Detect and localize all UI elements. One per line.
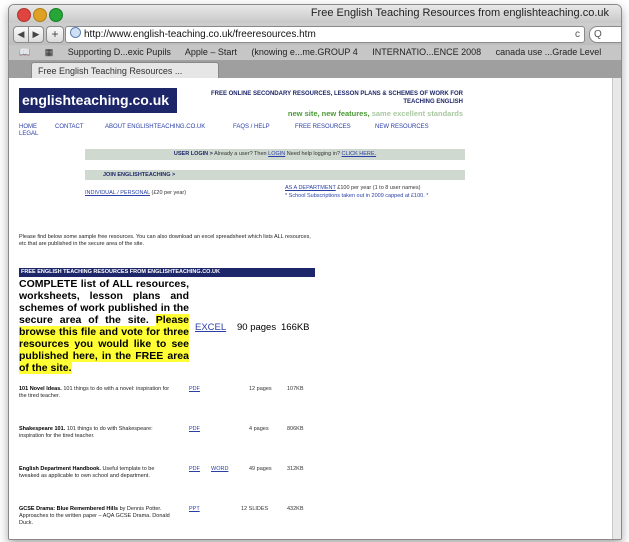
window-title: Free English Teaching Resources from eng…: [310, 7, 609, 19]
excel-pages: 90 pages: [237, 322, 277, 333]
tab-bar: Free English Teaching Resources ...: [9, 61, 621, 79]
add-bookmark-button[interactable]: +: [46, 26, 64, 43]
nav-free-resources[interactable]: FREE RESOURCES: [295, 124, 351, 130]
join-bar: JOIN ENGLISHTEACHING >: [85, 170, 465, 180]
tab-active[interactable]: Free English Teaching Resources ...: [31, 62, 219, 79]
header-line-1: FREE ONLINE SECONDARY RESOURCES, LESSON …: [210, 91, 463, 97]
resource-pages: 12 SLIDES: [241, 506, 269, 512]
resource-pages: 49 pages: [249, 466, 272, 472]
bookmarks-bar: 📖 ▦ Supporting D...exic Pupils Apple – S…: [9, 45, 621, 61]
resource-title: English Department Handbook.: [19, 466, 101, 472]
title-bar: Free English Teaching Resources from eng…: [9, 5, 621, 23]
login-link[interactable]: LOGIN: [268, 151, 285, 157]
browser-window: Free English Teaching Resources from eng…: [8, 4, 622, 540]
excel-size: 166KB: [281, 322, 310, 333]
back-button[interactable]: ◀: [13, 26, 29, 43]
nav-legal[interactable]: LEGAL: [19, 131, 38, 137]
web-page: englishteaching.co.uk FREE ONLINE SECOND…: [9, 78, 621, 539]
site-header-text: FREE ONLINE SECONDARY RESOURCES, LESSON …: [185, 90, 463, 106]
resource-title: Shakespeare 101.: [19, 426, 66, 432]
site-logo[interactable]: englishteaching.co.uk: [19, 88, 177, 113]
department-note: * School Subscriptions taken out in 2009…: [285, 193, 429, 199]
resource-pages: 4 pages: [249, 426, 269, 432]
book-icon[interactable]: 📖: [19, 47, 30, 57]
header-line-2: TEACHING ENGLISH: [403, 99, 463, 105]
forward-button[interactable]: ▶: [28, 26, 44, 43]
close-window-button[interactable]: [17, 8, 31, 22]
minimize-window-button[interactable]: [33, 8, 47, 22]
bookmark-item[interactable]: Supporting D...exic Pupils: [68, 47, 171, 57]
resource-title: GCSE Drama: Blue Remembered Hills: [19, 506, 119, 512]
reload-button[interactable]: c: [575, 27, 580, 42]
bookmark-item[interactable]: INTERNATIO...ENCE 2008: [372, 47, 481, 57]
login-already: Already a user? Then: [214, 151, 267, 157]
bookmark-item[interactable]: (knowing e...me.GROUP 4: [251, 47, 357, 57]
tagline-same: same excellent standards: [371, 109, 463, 118]
individual-link[interactable]: INDIVIDUAL / PERSONAL: [85, 190, 150, 196]
resource-size: 312KB: [287, 466, 304, 472]
globe-icon: [70, 27, 81, 38]
zoom-window-button[interactable]: [49, 8, 63, 22]
bookmark-item[interactable]: canada use ...Grade Level: [496, 47, 602, 57]
resource-word-link[interactable]: WORD: [211, 466, 228, 473]
resource-pdf-link[interactable]: PDF: [189, 386, 200, 393]
resource-pdf-link[interactable]: PDF: [189, 426, 200, 433]
page-content: englishteaching.co.uk FREE ONLINE SECOND…: [15, 78, 615, 539]
tagline-new: new site, new features,: [287, 109, 370, 118]
resource-size: 107KB: [287, 386, 304, 392]
nav-faqs[interactable]: FAQS / HELP: [233, 124, 270, 130]
resource-title: 101 Novel Ideas.: [19, 386, 62, 392]
resource-size: 806KB: [287, 426, 304, 432]
complete-list-text: COMPLETE list of ALL resources, workshee…: [19, 278, 189, 374]
intro-text: Please find below some sample free resou…: [19, 234, 311, 247]
nav-new-resources[interactable]: NEW RESOURCES: [375, 124, 429, 130]
click-here-link[interactable]: CLICK HERE.: [342, 151, 377, 157]
excel-link[interactable]: EXCEL: [195, 322, 226, 333]
resource-pages: 12 pages: [249, 386, 272, 392]
browser-toolbar: ◀ ▶ + http://www.english-teaching.co.uk/…: [9, 23, 621, 45]
nav-contact[interactable]: CONTACT: [55, 124, 84, 130]
resource-ppt-link[interactable]: PPT: [189, 506, 200, 513]
nav-home[interactable]: HOME: [19, 124, 37, 130]
department-option: AS A DEPARTMENT £100 per year (1 to 8 us…: [285, 184, 465, 200]
grid-icon[interactable]: ▦: [45, 47, 54, 57]
site-tagline: new site, new features, same excellent s…: [185, 109, 463, 118]
bookmark-item[interactable]: Apple – Start: [185, 47, 237, 57]
individual-option: INDIVIDUAL / PERSONAL (£20 per year): [85, 190, 186, 196]
join-label: JOIN ENGLISHTEACHING >: [103, 172, 176, 178]
login-label: USER LOGIN >: [173, 151, 213, 157]
section-title: FREE ENGLISH TEACHING RESOURCES FROM ENG…: [19, 268, 315, 277]
vertical-scrollbar[interactable]: [612, 78, 621, 539]
url-text: http://www.english-teaching.co.uk/freere…: [84, 29, 316, 40]
resource-size: 432KB: [287, 506, 304, 512]
resource-pdf-link[interactable]: PDF: [189, 466, 200, 473]
department-link[interactable]: AS A DEPARTMENT: [285, 185, 336, 191]
individual-price: (£20 per year): [151, 190, 187, 196]
department-price: £100 per year (1 to 8 user names): [337, 185, 421, 191]
login-help: Need help logging in?: [286, 151, 341, 157]
search-field[interactable]: Q: [589, 26, 621, 43]
nav-about[interactable]: ABOUT ENGLISHTEACHING.CO.UK: [105, 124, 205, 130]
login-bar: USER LOGIN > Already a user? Then LOGIN …: [85, 149, 465, 160]
site-logo-text: englishteaching.co.uk: [22, 92, 170, 108]
address-bar[interactable]: http://www.english-teaching.co.uk/freere…: [65, 26, 585, 43]
